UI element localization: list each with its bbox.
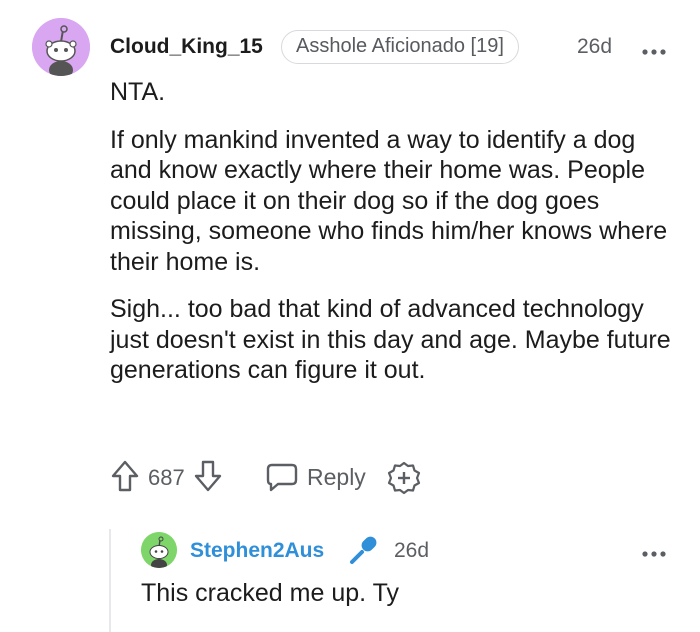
thread-line[interactable]: [109, 529, 111, 632]
microphone-icon: [346, 533, 380, 567]
vote-count: 687: [148, 465, 185, 490]
avatar[interactable]: [32, 18, 90, 76]
reply-timestamp: 26d: [394, 539, 430, 562]
avatar[interactable]: [141, 532, 177, 568]
comment-timestamp: 26d: [577, 35, 613, 58]
downvote-icon[interactable]: [194, 460, 222, 492]
reply-button[interactable]: Reply: [266, 460, 366, 494]
comment-paragraph: Sigh... too bad that kind of advanced te…: [110, 295, 671, 384]
reply-username[interactable]: Stephen2Aus: [190, 538, 324, 564]
user-flair: Asshole Aficionado [19]: [281, 30, 519, 64]
reply-icon: [266, 462, 298, 497]
comment-paragraph: NTA.: [110, 78, 166, 106]
more-icon[interactable]: [641, 545, 667, 557]
more-icon[interactable]: [641, 43, 667, 55]
comment-body: NTA. If only mankind invented a way to i…: [110, 77, 680, 386]
reply-label: Reply: [307, 464, 366, 490]
reply-body: This cracked me up. Ty: [141, 579, 399, 607]
comment-username[interactable]: Cloud_King_15: [110, 34, 263, 60]
upvote-icon[interactable]: [111, 460, 139, 492]
comment-paragraph: If only mankind invented a way to identi…: [110, 125, 668, 276]
award-icon[interactable]: [387, 461, 421, 495]
